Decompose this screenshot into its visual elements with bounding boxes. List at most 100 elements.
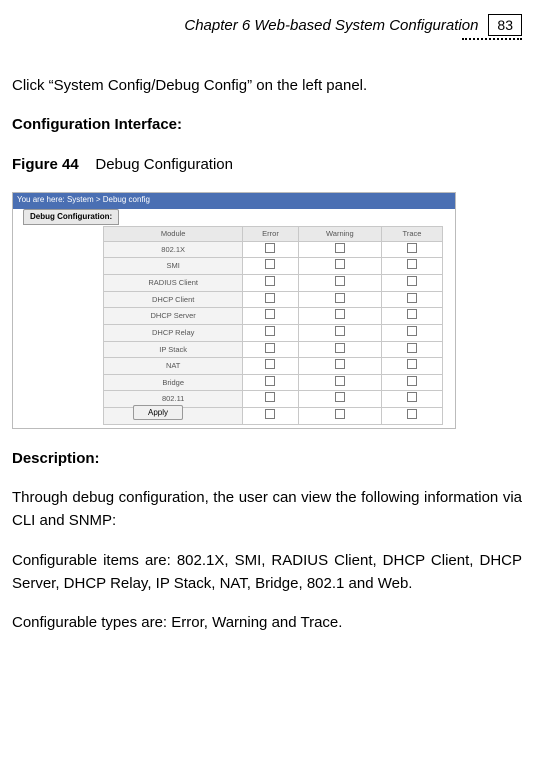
- checkbox-cell: [243, 258, 298, 275]
- checkbox[interactable]: [265, 259, 275, 269]
- checkbox[interactable]: [407, 243, 417, 253]
- module-cell: SMI: [104, 258, 243, 275]
- col-module: Module: [104, 226, 243, 241]
- checkbox-cell: [381, 241, 442, 258]
- checkbox-cell: [243, 308, 298, 325]
- description-p2: Configurable items are: 802.1X, SMI, RAD…: [12, 549, 522, 596]
- checkbox[interactable]: [407, 326, 417, 336]
- checkbox-cell: [381, 308, 442, 325]
- checkbox[interactable]: [265, 243, 275, 253]
- checkbox[interactable]: [335, 376, 345, 386]
- checkbox[interactable]: [265, 276, 275, 286]
- checkbox-cell: [298, 291, 381, 308]
- checkbox-cell: [243, 391, 298, 408]
- table-row: RADIUS Client: [104, 275, 443, 292]
- checkbox[interactable]: [407, 343, 417, 353]
- checkbox-cell: [298, 258, 381, 275]
- checkbox[interactable]: [335, 293, 345, 303]
- checkbox[interactable]: [335, 343, 345, 353]
- screenshot-titlebar: You are here: System > Debug config: [13, 193, 455, 209]
- checkbox[interactable]: [265, 293, 275, 303]
- checkbox-cell: [243, 291, 298, 308]
- module-cell: DHCP Server: [104, 308, 243, 325]
- checkbox[interactable]: [407, 259, 417, 269]
- checkbox-cell: [381, 324, 442, 341]
- chapter-title: Chapter 6 Web-based System Configuration: [184, 17, 478, 34]
- checkbox[interactable]: [407, 409, 417, 419]
- page-number: 83: [488, 14, 522, 36]
- screenshot-tab-label: Debug Configuration:: [23, 209, 119, 225]
- debug-config-screenshot: You are here: System > Debug config Debu…: [12, 192, 456, 429]
- checkbox[interactable]: [335, 276, 345, 286]
- figure-label: Figure 44: [12, 156, 79, 173]
- checkbox[interactable]: [335, 259, 345, 269]
- checkbox-cell: [298, 358, 381, 375]
- checkbox-cell: [298, 308, 381, 325]
- checkbox-cell: [381, 341, 442, 358]
- checkbox[interactable]: [265, 392, 275, 402]
- checkbox[interactable]: [265, 409, 275, 419]
- checkbox-cell: [243, 275, 298, 292]
- checkbox-cell: [381, 258, 442, 275]
- table-row: DHCP Client: [104, 291, 443, 308]
- header-rule: [462, 38, 522, 40]
- module-cell: 802.1X: [104, 241, 243, 258]
- page-header: Chapter 6 Web-based System Configuration…: [12, 14, 522, 36]
- table-row: SMI: [104, 258, 443, 275]
- debug-table: Module Error Warning Trace 802.1XSMIRADI…: [103, 226, 443, 425]
- description-p3: Configurable types are: Error, Warning a…: [12, 611, 522, 634]
- intro-text: Click “System Config/Debug Config” on th…: [12, 74, 522, 97]
- figure-caption: Debug Configuration: [95, 156, 233, 173]
- checkbox[interactable]: [265, 359, 275, 369]
- checkbox[interactable]: [407, 392, 417, 402]
- checkbox-cell: [243, 241, 298, 258]
- checkbox[interactable]: [335, 309, 345, 319]
- table-row: 802.1X: [104, 241, 443, 258]
- module-cell: IP Stack: [104, 341, 243, 358]
- checkbox-cell: [381, 291, 442, 308]
- config-interface-heading: Configuration Interface:: [12, 113, 522, 136]
- checkbox[interactable]: [407, 309, 417, 319]
- checkbox-cell: [381, 391, 442, 408]
- checkbox-cell: [243, 374, 298, 391]
- checkbox[interactable]: [335, 243, 345, 253]
- checkbox-cell: [298, 324, 381, 341]
- checkbox-cell: [298, 275, 381, 292]
- checkbox[interactable]: [407, 376, 417, 386]
- description-heading: Description:: [12, 447, 522, 470]
- col-warning: Warning: [298, 226, 381, 241]
- checkbox-cell: [381, 374, 442, 391]
- checkbox[interactable]: [335, 409, 345, 419]
- checkbox-cell: [298, 241, 381, 258]
- checkbox[interactable]: [265, 376, 275, 386]
- module-cell: DHCP Relay: [104, 324, 243, 341]
- checkbox-cell: [381, 275, 442, 292]
- checkbox[interactable]: [407, 359, 417, 369]
- checkbox[interactable]: [335, 359, 345, 369]
- table-row: Bridge: [104, 374, 443, 391]
- checkbox-cell: [243, 324, 298, 341]
- apply-button[interactable]: Apply: [133, 405, 183, 420]
- checkbox[interactable]: [265, 326, 275, 336]
- checkbox-cell: [243, 358, 298, 375]
- checkbox[interactable]: [407, 276, 417, 286]
- module-cell: NAT: [104, 358, 243, 375]
- checkbox-cell: [243, 341, 298, 358]
- description-p1: Through debug configuration, the user ca…: [12, 486, 522, 533]
- checkbox-cell: [243, 408, 298, 425]
- checkbox[interactable]: [265, 343, 275, 353]
- module-cell: Bridge: [104, 374, 243, 391]
- checkbox-cell: [381, 358, 442, 375]
- checkbox-cell: [298, 341, 381, 358]
- checkbox[interactable]: [335, 326, 345, 336]
- checkbox[interactable]: [407, 293, 417, 303]
- table-row: IP Stack: [104, 341, 443, 358]
- table-row: NAT: [104, 358, 443, 375]
- checkbox-cell: [298, 391, 381, 408]
- checkbox[interactable]: [265, 309, 275, 319]
- col-error: Error: [243, 226, 298, 241]
- module-cell: RADIUS Client: [104, 275, 243, 292]
- table-row: DHCP Relay: [104, 324, 443, 341]
- checkbox[interactable]: [335, 392, 345, 402]
- checkbox-cell: [298, 374, 381, 391]
